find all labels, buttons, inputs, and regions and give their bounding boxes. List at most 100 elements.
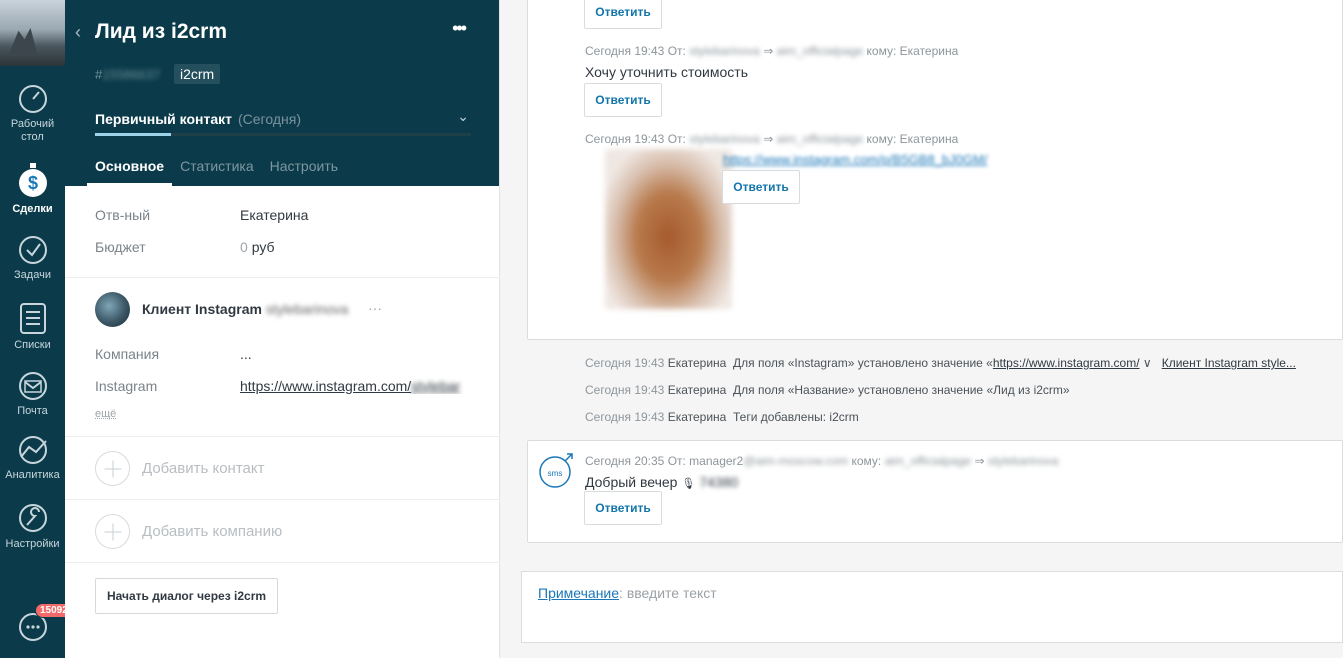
svg-text:sms: sms [548,469,563,478]
sms-icon: sms [539,453,573,488]
budget-label: Бюджет [95,239,146,255]
reply-button[interactable]: Ответить [584,83,662,117]
nav-mail[interactable]: Почта [0,371,65,418]
nav-deals-label: Сделки [12,203,53,215]
more-fields-link[interactable]: ещё [95,408,116,420]
nav-tasks[interactable]: Задачи [0,235,65,282]
sms-from-domain: @aim-moscow.com [743,454,849,468]
add-contact-label: Добавить контакт [142,460,265,477]
add-company-label: Добавить компанию [142,523,283,540]
budget-field[interactable]: 0 руб [240,239,275,255]
card-tabs: Основное Статистика Настроить [87,158,346,186]
arrow-icon: ⇒ [763,132,774,146]
divider [65,436,500,437]
more-menu-icon[interactable]: ••• [452,18,467,39]
tab-main[interactable]: Основное [87,158,173,186]
event-contact-link[interactable]: Клиент Instagram style... [1162,356,1296,370]
nav-lists[interactable]: Списки [0,301,65,352]
message-text: Хочу уточнить стоимость [585,64,748,80]
message-time: Сегодня 19:43 От: [585,44,686,58]
add-company-button[interactable]: Добавить компанию [95,514,282,549]
stage-date: (Сегодня) [238,111,301,127]
event-text: Теги добавлены: i2crm [733,410,859,424]
lead-card: ‹ Лид из i2crm ••• #15586637 i2crm Перви… [65,0,500,658]
messages-box: Ответить Сегодня 19:43 От: stylebarinova… [527,0,1343,340]
event-text: Для поля «Instagram» установлено значени… [733,356,993,370]
back-icon[interactable]: ‹ [75,22,81,43]
sms-page: aim_officialpage [884,454,972,468]
sms-text: Добрый вечер 🎙 74380 [585,474,738,490]
mail-icon [18,372,47,400]
event-link[interactable]: https://www.instagram.com/ [993,356,1140,370]
system-event: Сегодня 19:43 Екатерина Для поля «Назван… [585,383,1070,397]
add-contact-button[interactable]: Добавить контакт [95,451,264,486]
sms-text-blur: 74380 [699,474,739,490]
sms-box: sms Сегодня 20:35 От: manager2@aim-mosco… [527,440,1343,543]
note-placeholder[interactable]: : введите текст [619,585,717,601]
sms-time: Сегодня 20:35 От: manager2 [585,454,744,468]
nav-analytics[interactable]: Аналитика [0,435,65,482]
contact-name-text: Клиент Instagram [142,301,262,317]
note-type-link[interactable]: Примечание [538,585,619,601]
contact-name[interactable]: Клиент Instagram stylebarinova [142,301,348,317]
event-time: Сегодня 19:43 [585,410,665,424]
company-value[interactable]: ... [240,346,252,362]
event-user: Екатерина [667,383,727,397]
responsible-value[interactable]: Екатерина [240,207,308,223]
reply-button[interactable]: Ответить [584,491,662,525]
tasks-icon [18,236,47,264]
instagram-url-tail: stylebar [411,378,461,394]
sms-meta: Сегодня 20:35 От: manager2@aim-moscow.co… [585,454,1059,468]
svg-text:$: $ [27,173,37,193]
plus-icon [95,514,130,549]
note-input[interactable]: Примечание: введите текст [521,571,1343,643]
nav-deals[interactable]: $ Сделки [0,163,65,216]
message-link[interactable]: https://www.instagram.com/p/B5GB8_bJ0GM/ [723,152,987,167]
sms-text-main: Добрый вечер [585,474,678,490]
stage-name: Первичный контакт [95,111,232,127]
nav-dashboard-label: Рабочий стол [10,118,55,143]
sms-to: кому: [851,454,882,468]
divider [65,562,500,563]
nav-lists-label: Списки [14,339,51,351]
nav-analytics-label: Аналитика [5,469,60,481]
event-time: Сегодня 19:43 [585,383,665,397]
user-avatar[interactable] [0,0,65,66]
divider [65,277,500,278]
event-user: Екатерина [667,410,727,424]
responsible-label: Отв-ный [95,207,151,223]
reply-button[interactable]: Ответить [722,170,800,204]
chevron-down-icon[interactable]: ∨ [1143,356,1152,370]
event-text: Для поля «Название» установлено значение… [733,383,1070,397]
event-time: Сегодня 19:43 [585,356,665,370]
card-header: ‹ Лид из i2crm ••• #15586637 i2crm Перви… [65,0,499,186]
lead-title[interactable]: Лид из i2crm [95,20,227,44]
message-image[interactable] [605,149,732,309]
arrow-icon: ⇒ [974,454,985,468]
nav-settings-label: Настройки [5,538,60,550]
analytics-icon [18,436,47,464]
reply-button[interactable]: Ответить [584,0,662,29]
budget-value: 0 [240,239,248,255]
event-user: Екатерина [667,356,727,370]
nav-dashboard[interactable]: Рабочий стол [0,84,65,144]
main-nav: Рабочий стол $ Сделки Задачи Списки Почт… [0,0,73,658]
pipeline-stage[interactable]: Первичный контакт (Сегодня) [95,111,301,127]
contact-more-icon[interactable]: ··· [368,300,382,316]
arrow-icon: ⇒ [763,44,774,58]
chevron-down-icon[interactable]: ⌄ [457,108,469,125]
start-dialog-button[interactable]: Начать диалог через i2crm [95,578,279,614]
instagram-link[interactable]: https://www.instagram.com/stylebar [240,378,472,394]
nav-mail-label: Почта [17,405,48,417]
message-to: кому: Екатерина [866,132,959,146]
note-prompt: Примечание: введите текст [538,585,717,601]
tab-configure[interactable]: Настроить [262,158,346,186]
nav-settings[interactable]: Настройки [0,502,65,551]
lead-id: #15586637 [95,67,160,82]
lead-id-number: 15586637 [102,67,161,82]
nav-tasks-label: Задачи [14,269,51,281]
lead-tag[interactable]: i2crm [174,64,221,84]
tab-statistics[interactable]: Статистика [172,158,262,186]
system-event: Сегодня 19:43 Екатерина Теги добавлены: … [585,410,859,424]
company-label: Компания [95,346,160,362]
